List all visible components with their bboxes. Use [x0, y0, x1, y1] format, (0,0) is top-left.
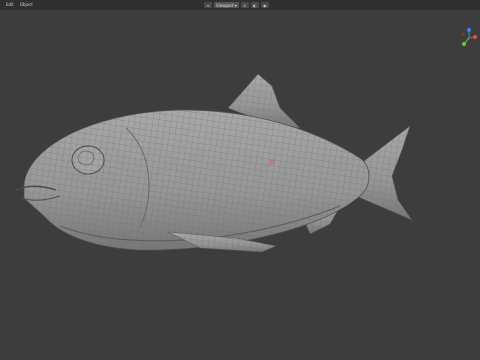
shading-mode-button[interactable]: ◉	[260, 2, 269, 8]
shading-select-label: Viewport	[216, 2, 234, 8]
3d-viewport[interactable]	[0, 10, 480, 360]
center-toolbar: ≡ Viewport ▾ ⊙ ◐ ◉	[204, 1, 269, 9]
shading-select[interactable]: Viewport ▾	[214, 2, 239, 8]
viewport-header: Edit Object ≡ Viewport ▾ ⊙ ◐ ◉	[0, 0, 480, 10]
chevron-down-icon: ▾	[234, 2, 237, 8]
menu-object[interactable]: Object	[17, 0, 36, 10]
menu-edit[interactable]: Edit	[0, 0, 17, 10]
proportional-edit-button[interactable]: ⊙	[240, 2, 249, 8]
fish-mesh[interactable]	[0, 10, 480, 360]
overlay-button[interactable]: ◐	[250, 2, 259, 8]
transform-orientation-button[interactable]: ≡	[204, 2, 212, 8]
